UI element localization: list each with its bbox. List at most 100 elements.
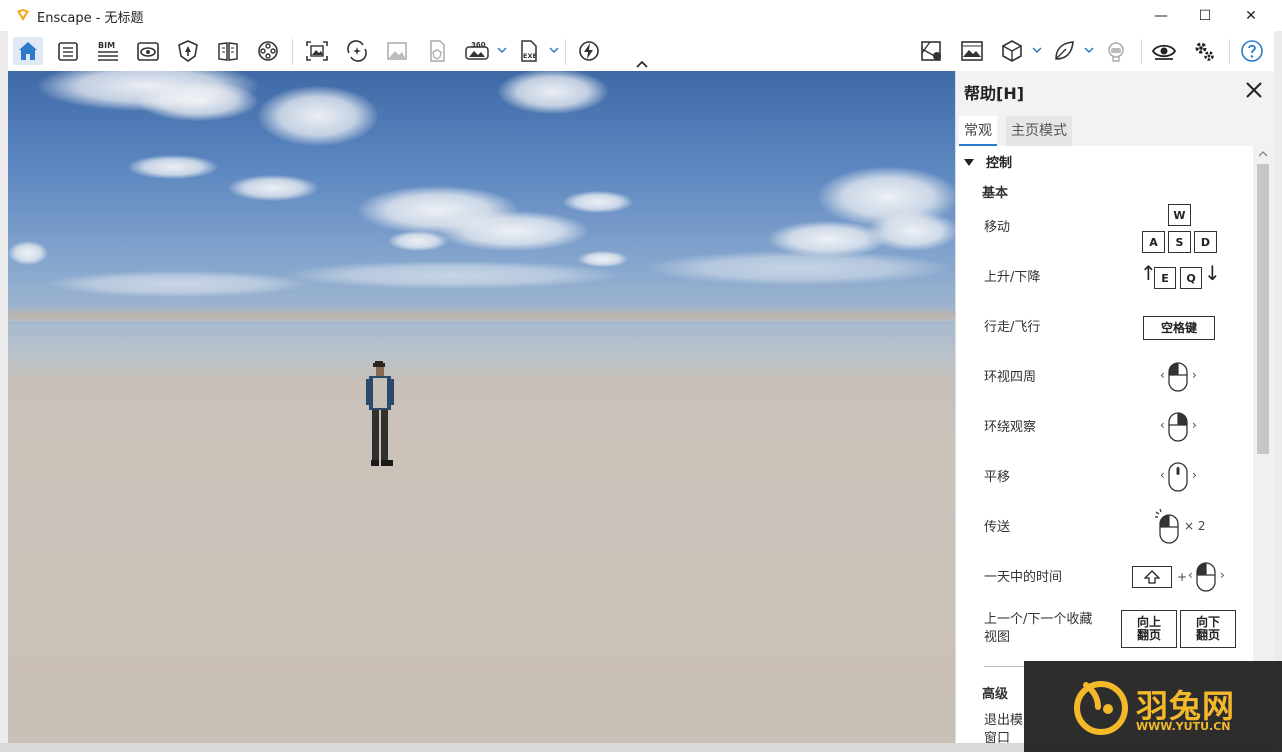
drag-right-icon: › xyxy=(1192,368,1197,382)
main-toolbar: BIM 360 EXE xyxy=(8,31,1274,71)
key-w: W xyxy=(1168,204,1191,226)
drag-right-icon: › xyxy=(1192,468,1197,482)
help-scrollbar[interactable] xyxy=(1253,146,1274,743)
scroll-up-icon[interactable] xyxy=(1258,150,1268,158)
section-controls-label: 控制 xyxy=(986,156,1013,171)
visual-settings-button[interactable] xyxy=(957,37,987,65)
close-window-button[interactable]: ✕ xyxy=(1228,0,1274,31)
drag-left-icon: ‹ xyxy=(1160,468,1165,482)
yutu-watermark: 羽兔网 WWW.YUTU.CN xyxy=(1024,661,1282,752)
chevron-up-icon[interactable] xyxy=(636,59,648,69)
scrollbar-thumb[interactable] xyxy=(1257,164,1269,454)
help-content: 控制 基本 移动 W A S D 上升/下降 ↑ E Q ↓ 行走/飞行 空格键… xyxy=(956,146,1253,743)
toolbar-separator xyxy=(1229,39,1230,65)
key-d: D xyxy=(1194,231,1217,253)
file-shield-icon xyxy=(430,40,445,62)
help-button[interactable] xyxy=(1237,37,1267,65)
row-timeofday-label: 一天中的时间 xyxy=(984,570,1063,585)
chevron-down-icon[interactable] xyxy=(549,45,559,55)
yutu-rabbit-logo xyxy=(1074,681,1128,735)
chevron-down-icon[interactable] xyxy=(1032,45,1042,55)
enscape-logo-icon xyxy=(17,9,29,21)
video-editor-button[interactable] xyxy=(253,37,283,65)
help-panel-title: 帮助[H] xyxy=(964,84,1025,103)
atlas-button[interactable] xyxy=(213,37,243,65)
toolbar-separator xyxy=(292,39,293,65)
batch-render-button[interactable] xyxy=(342,37,372,65)
key-page-down-line2: 翻页 xyxy=(1195,628,1220,642)
close-icon[interactable] xyxy=(1245,81,1263,99)
vr-headset-icon xyxy=(1108,42,1124,62)
right-frame xyxy=(1274,31,1282,752)
collaboration-button[interactable] xyxy=(1049,37,1079,65)
key-page-up: 向上 翻页 xyxy=(1121,610,1177,648)
visibility-button[interactable] xyxy=(1149,37,1179,65)
left-frame xyxy=(0,31,8,752)
row-exit-label-1: 退出模 xyxy=(984,713,1024,728)
key-a: A xyxy=(1142,231,1165,253)
watermark-url: WWW.YUTU.CN xyxy=(1136,720,1231,733)
chevron-down-icon[interactable] xyxy=(1084,45,1094,55)
minimize-button[interactable]: — xyxy=(1138,0,1184,31)
plus-label: + xyxy=(1177,570,1188,584)
book-icon xyxy=(218,42,238,61)
view-button[interactable] xyxy=(133,37,163,65)
eye-icon xyxy=(1152,44,1176,60)
mouse-middle-button-icon xyxy=(1168,462,1188,492)
row-look-label: 环视四周 xyxy=(984,370,1037,385)
row-pan-label: 平移 xyxy=(984,470,1011,485)
landscape-icon xyxy=(961,41,983,61)
chevron-down-icon[interactable] xyxy=(497,45,507,55)
live-update-button[interactable] xyxy=(574,37,604,65)
section-controls-header[interactable]: 控制 xyxy=(964,152,1012,171)
svg-text:BIM: BIM xyxy=(98,41,115,50)
row-exit-label-2: 窗口 xyxy=(984,731,1011,743)
row-move-label: 移动 xyxy=(984,220,1011,235)
arrow-down-icon: ↓ xyxy=(1204,261,1221,285)
bim-icon: BIM xyxy=(98,41,118,61)
gear-icon xyxy=(1195,42,1214,61)
settings-button[interactable] xyxy=(1189,37,1219,65)
sparkle-rotate-icon xyxy=(347,40,367,62)
map-view-button[interactable] xyxy=(917,37,947,65)
tab-home-mode[interactable]: 主页模式 xyxy=(1006,116,1072,146)
key-shift xyxy=(1132,566,1172,588)
home-button[interactable] xyxy=(13,37,43,65)
exe-export-button[interactable]: EXE xyxy=(514,37,544,65)
enscape-window: Enscape - 无标题 — ☐ ✕ BIM 360 EXE 帮助[H] 常观… xyxy=(0,0,1282,752)
materials-button[interactable] xyxy=(53,37,83,65)
shield-tree-icon xyxy=(178,40,198,62)
toolbar-separator xyxy=(565,39,566,65)
person-figure xyxy=(366,361,394,466)
panorama-button[interactable]: 360 xyxy=(462,37,492,65)
assets-button[interactable] xyxy=(173,37,203,65)
map-pin-icon xyxy=(921,41,941,61)
toolbar-separator xyxy=(1141,39,1142,65)
window-title: Enscape - 无标题 xyxy=(37,11,144,26)
shift-arrow-icon xyxy=(1144,570,1160,584)
exe-file-icon: EXE xyxy=(521,40,537,62)
key-page-up-line2: 翻页 xyxy=(1136,628,1161,642)
screenshot-button[interactable] xyxy=(302,37,332,65)
mouse-right-button-icon xyxy=(1168,412,1188,442)
bim-button[interactable]: BIM xyxy=(93,37,123,65)
times-two-label: × 2 xyxy=(1184,519,1206,533)
image-icon xyxy=(387,42,407,60)
row-favorites-label-1: 上一个/下一个收藏 xyxy=(984,612,1093,627)
view-mode-button[interactable] xyxy=(997,37,1027,65)
home-icon xyxy=(19,42,37,60)
maximize-button[interactable]: ☐ xyxy=(1182,0,1228,31)
section-advanced-label: 高级 xyxy=(982,687,1009,702)
help-panel: 帮助[H] 常观 主页模式 控制 基本 移动 W A S D 上升/下降 ↑ E… xyxy=(955,71,1274,743)
vr-headset-button xyxy=(1101,37,1131,65)
render-viewport[interactable] xyxy=(8,71,955,743)
film-reel-icon xyxy=(258,41,278,61)
lightning-icon xyxy=(579,41,599,61)
row-orbit-label: 环绕观察 xyxy=(984,420,1037,435)
svg-text:360: 360 xyxy=(471,41,486,49)
key-page-down: 向下 翻页 xyxy=(1180,610,1236,648)
drag-left-icon: ‹ xyxy=(1160,368,1165,382)
image-export-button xyxy=(382,37,412,65)
model-export-button xyxy=(422,37,452,65)
tab-general[interactable]: 常观 xyxy=(959,116,997,146)
